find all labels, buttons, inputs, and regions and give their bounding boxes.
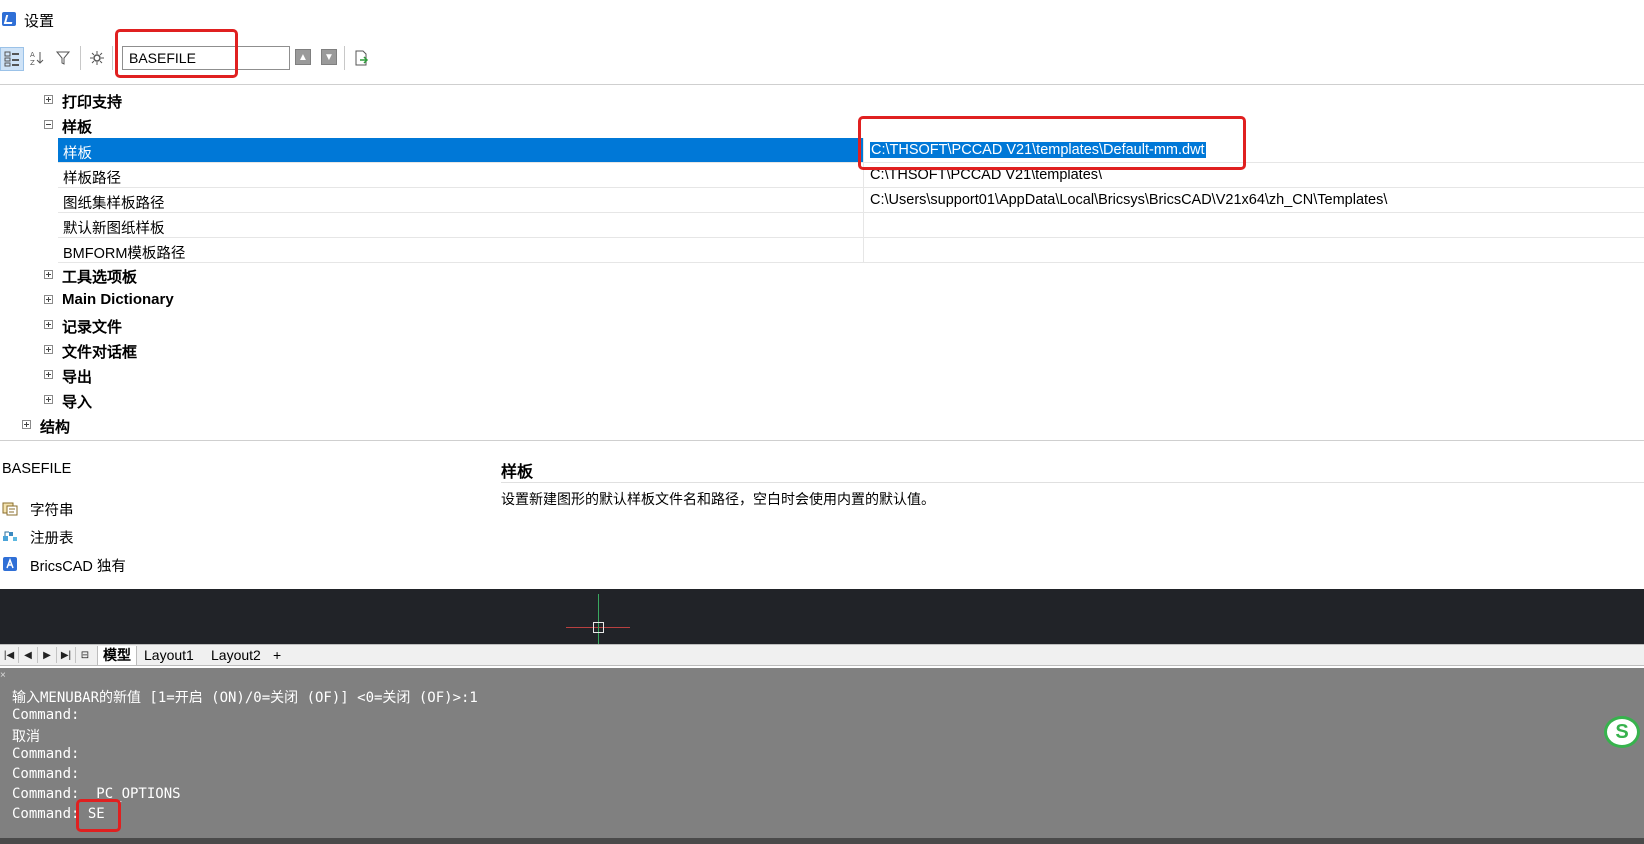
property-value-field[interactable] <box>863 238 1644 262</box>
bricscad-only-icon <box>3 557 17 571</box>
category-file-dialog[interactable]: 文件对话框 <box>0 338 1644 363</box>
category-log-file[interactable]: 记录文件 <box>0 313 1644 338</box>
crosshair-pickbox <box>593 622 604 633</box>
expand-plus-icon[interactable] <box>44 345 53 354</box>
property-value-field[interactable]: C:\THSOFT\PCCAD V21\templates\Default-mm… <box>863 138 1644 162</box>
category-label: 导入 <box>62 394 93 411</box>
expand-plus-icon[interactable] <box>44 395 53 404</box>
expand-plus-icon[interactable] <box>44 270 53 279</box>
property-value-text: C:\THSOFT\PCCAD V21\templates\Default-mm… <box>870 142 1206 158</box>
property-row-bmform-template-path[interactable]: BMFORM模板路径 <box>58 238 1644 263</box>
add-layout-button[interactable]: + <box>268 646 286 665</box>
string-type-icon <box>2 502 18 516</box>
command-history-line: Command: <box>12 707 80 723</box>
command-history-line: 输入MENUBAR的新值 [1=开启 (ON)/0=关闭 (OF)] <0=关闭… <box>12 690 478 706</box>
arrow-down-icon[interactable]: ▼ <box>321 49 337 65</box>
description-text: 设置新建图形的默认样板文件名和路径，空白时会使用内置的默认值。 <box>501 491 935 507</box>
variable-name: BASEFILE <box>2 461 72 477</box>
category-label: 导出 <box>62 369 93 386</box>
setting-search-input[interactable] <box>122 46 290 70</box>
close-icon[interactable]: × <box>0 670 6 681</box>
property-name: 样板 <box>63 146 92 162</box>
title-bar: 设置 <box>0 0 1644 40</box>
property-row-default-sheet-template[interactable]: 默认新图纸样板 <box>58 213 1644 238</box>
category-export[interactable]: 导出 <box>0 363 1644 388</box>
command-history-line: Command: _PC_OPTIONS <box>12 786 181 802</box>
category-label: 样板 <box>62 119 93 136</box>
drawing-canvas[interactable] <box>0 589 1644 644</box>
expand-plus-icon[interactable] <box>44 320 53 329</box>
property-name: 样板路径 <box>63 171 121 187</box>
arrow-up-icon[interactable]: ▲ <box>295 49 311 65</box>
crosshair-y-axis <box>598 594 599 644</box>
property-value-field[interactable]: C:\Users\support01\AppData\Local\Bricsys… <box>863 188 1644 212</box>
category-print-support[interactable]: 打印支持 <box>0 88 1644 113</box>
toolbar-separator <box>80 46 81 70</box>
expand-plus-icon[interactable] <box>44 295 53 304</box>
export-icon[interactable] <box>350 47 372 69</box>
attribute-label: 注册表 <box>30 531 74 547</box>
attribute-label: BricsCAD 独有 <box>30 559 126 575</box>
collapse-minus-icon[interactable] <box>44 120 53 129</box>
property-name: BMFORM模板路径 <box>63 246 186 262</box>
category-label: 工具选项板 <box>62 269 138 286</box>
description-divider <box>501 482 1644 483</box>
category-label: 记录文件 <box>62 319 123 336</box>
tab-layout1[interactable]: Layout1 <box>139 646 199 665</box>
command-input-line[interactable]: Command: SE <box>12 806 105 822</box>
expand-plus-icon[interactable] <box>44 370 53 379</box>
svg-text:A: A <box>30 51 35 59</box>
info-panel: BASEFILE 字符串 注册表 BricsCAD 独有 样板 设置新建图形的默… <box>0 440 1644 589</box>
sogou-ime-icon[interactable]: S <box>1604 716 1640 748</box>
bricscad-app-icon <box>2 12 16 26</box>
next-tab-icon[interactable]: ▶ <box>38 647 57 663</box>
command-history-line: Command: <box>12 746 80 762</box>
property-row-template-path[interactable]: 样板路径 C:\THSOFT\PCCAD V21\templates\ <box>58 163 1644 188</box>
settings-toolbar: AZ ▲ ▼ <box>0 40 1644 85</box>
tab-list-icon[interactable]: ⊟ <box>76 647 94 663</box>
property-value-field[interactable] <box>863 213 1644 237</box>
category-label: Main Dictionary <box>62 291 174 308</box>
category-structure[interactable]: 结构 <box>0 413 1644 438</box>
categorized-view-icon[interactable] <box>0 47 24 71</box>
property-row-template[interactable]: 样板 C:\THSOFT\PCCAD V21\templates\Default… <box>58 138 1644 163</box>
filter-icon[interactable] <box>52 47 74 69</box>
window-title: 设置 <box>24 13 55 30</box>
property-value-field[interactable]: C:\THSOFT\PCCAD V21\templates\ <box>863 163 1644 187</box>
registry-icon <box>3 531 17 541</box>
expand-plus-icon[interactable] <box>44 95 53 104</box>
prev-tab-icon[interactable]: ◀ <box>19 647 38 663</box>
settings-tree: 打印支持 样板 样板 C:\THSOFT\PCCAD V21\templates… <box>0 88 1644 440</box>
property-row-sheetset-template-path[interactable]: 图纸集样板路径 C:\Users\support01\AppData\Local… <box>58 188 1644 213</box>
first-tab-icon[interactable]: |◀ <box>0 647 19 663</box>
expand-plus-icon[interactable] <box>22 420 31 429</box>
last-tab-icon[interactable]: ▶| <box>57 647 76 663</box>
tab-model[interactable]: 模型 <box>97 646 137 665</box>
toolbar-separator <box>344 46 345 70</box>
tab-layout2[interactable]: Layout2 <box>206 646 266 665</box>
category-import[interactable]: 导入 <box>0 388 1644 413</box>
svg-text:Z: Z <box>30 59 35 66</box>
category-main-dictionary[interactable]: Main Dictionary <box>0 288 1644 313</box>
category-label: 结构 <box>40 419 71 436</box>
command-line-panel[interactable]: × 输入MENUBAR的新值 [1=开启 (ON)/0=关闭 (OF)] <0=… <box>0 668 1644 844</box>
toolbar-separator <box>112 46 113 70</box>
alphabetical-sort-icon[interactable]: AZ <box>26 47 48 69</box>
settings-gear-icon[interactable] <box>86 47 108 69</box>
command-panel-edge <box>0 838 1644 844</box>
description-title: 样板 <box>501 464 534 481</box>
category-tool-palettes[interactable]: 工具选项板 <box>0 263 1644 288</box>
category-templates[interactable]: 样板 <box>0 113 1644 138</box>
property-name: 默认新图纸样板 <box>63 221 165 237</box>
command-history-line: Command: <box>12 766 80 782</box>
layout-tabs-bar: |◀ ◀ ▶ ▶| ⊟ 模型 Layout1 Layout2 + <box>0 644 1644 666</box>
category-label: 文件对话框 <box>62 344 138 361</box>
category-label: 打印支持 <box>62 94 123 111</box>
property-name: 图纸集样板路径 <box>63 196 165 212</box>
attribute-label: 字符串 <box>30 503 74 519</box>
command-history-line: 取消 <box>12 729 40 745</box>
